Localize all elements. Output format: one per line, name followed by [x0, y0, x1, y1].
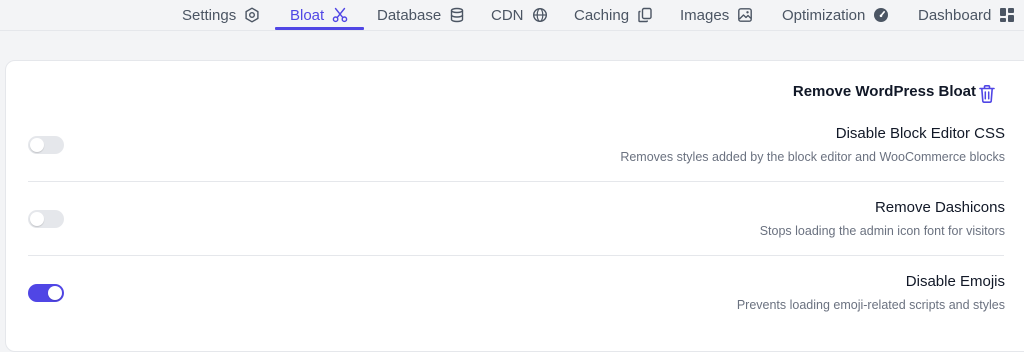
tab-images[interactable]: Images [680, 0, 753, 30]
settings-hex-icon [245, 7, 259, 23]
toggle-knob [30, 212, 44, 226]
toggle-knob [30, 138, 44, 152]
section-title: Remove WordPress Bloat [792, 83, 976, 100]
tab-dashboard[interactable]: Dashboard [918, 0, 1015, 30]
divider [28, 181, 1004, 182]
divider [28, 255, 1004, 256]
toggle-knob [48, 286, 62, 300]
tab-database[interactable]: Database [377, 0, 465, 30]
tab-label: Optimization [782, 6, 866, 24]
option-description: Prevents loading emoji-related scripts a… [736, 298, 1005, 312]
tab-label: Caching [574, 6, 630, 24]
option-description: Stops loading the admin icon font for vi… [759, 224, 1005, 238]
option-description: Removes styles added by the block editor… [620, 150, 1005, 164]
tab-label: Settings [182, 6, 237, 24]
tab-settings[interactable]: Settings [182, 0, 260, 30]
tab-bloat[interactable]: Bloat [274, 0, 365, 30]
tab-label: Database [377, 6, 442, 24]
tab-caching[interactable]: Caching [574, 0, 653, 30]
top-nav: Settings Bloat Database CDN Caching Imag… [0, 0, 1024, 31]
disable-block-editor-css-toggle[interactable] [28, 136, 64, 154]
section-header: Remove WordPress Bloat [793, 83, 976, 100]
tab-optimization[interactable]: Optimization [782, 0, 889, 30]
database-icon [451, 7, 464, 23]
tab-label: CDN [491, 6, 524, 24]
option-title: Remove Dashicons [874, 199, 1005, 216]
trash-icon [979, 85, 995, 103]
image-icon [738, 8, 753, 22]
tab-label: Bloat [290, 6, 325, 24]
remove-dashicons-toggle[interactable] [28, 210, 64, 228]
option-title: Disable Emojis [905, 273, 1005, 290]
tab-label: Images [680, 6, 730, 24]
dashboard-grid-icon [1000, 8, 1015, 22]
option-title: Disable Block Editor CSS [835, 125, 1005, 142]
disable-emojis-toggle[interactable] [28, 284, 64, 302]
scissors-icon [332, 7, 348, 23]
tab-label: Dashboard [918, 6, 992, 24]
globe-icon [532, 7, 547, 23]
copy-icon [638, 7, 652, 23]
tab-cdn[interactable]: CDN [491, 0, 548, 30]
gauge-icon [874, 8, 889, 22]
